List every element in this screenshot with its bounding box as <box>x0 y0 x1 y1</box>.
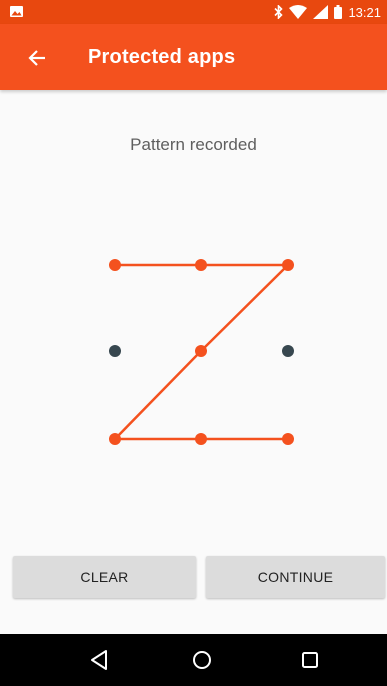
pattern-lock-grid[interactable] <box>0 220 387 480</box>
pattern-dot-3[interactable] <box>282 259 294 271</box>
recents-square-icon[interactable] <box>296 647 324 673</box>
arrow-back-icon <box>28 50 45 66</box>
page-title: Protected apps <box>88 46 236 68</box>
signal-icon <box>313 5 329 19</box>
status-bar: 13:21 <box>0 0 387 24</box>
status-time: 13:21 <box>348 4 381 20</box>
pattern-dot-5[interactable] <box>195 345 207 357</box>
back-button[interactable] <box>22 43 52 73</box>
app-bar: Protected apps <box>0 24 387 90</box>
status-icons: 13:21 <box>274 0 381 24</box>
back-triangle-icon[interactable] <box>86 647 114 673</box>
pattern-dot-8[interactable] <box>195 433 207 445</box>
battery-icon <box>334 5 343 19</box>
pattern-dot-6[interactable] <box>282 345 294 357</box>
pattern-dot-4[interactable] <box>109 345 121 357</box>
wifi-icon <box>289 5 308 19</box>
pattern-dot-1[interactable] <box>109 259 121 271</box>
continue-button[interactable]: CONTINUE <box>206 556 385 598</box>
pattern-dot-2[interactable] <box>195 259 207 271</box>
clear-button[interactable]: CLEAR <box>13 556 196 598</box>
home-circle-icon[interactable] <box>188 647 216 673</box>
pattern-status-text: Pattern recorded <box>130 135 257 154</box>
image-icon <box>10 6 23 17</box>
navigation-bar <box>0 634 387 686</box>
pattern-dot-9[interactable] <box>282 433 294 445</box>
bluetooth-icon <box>274 5 284 19</box>
pattern-dot-7[interactable] <box>109 433 121 445</box>
